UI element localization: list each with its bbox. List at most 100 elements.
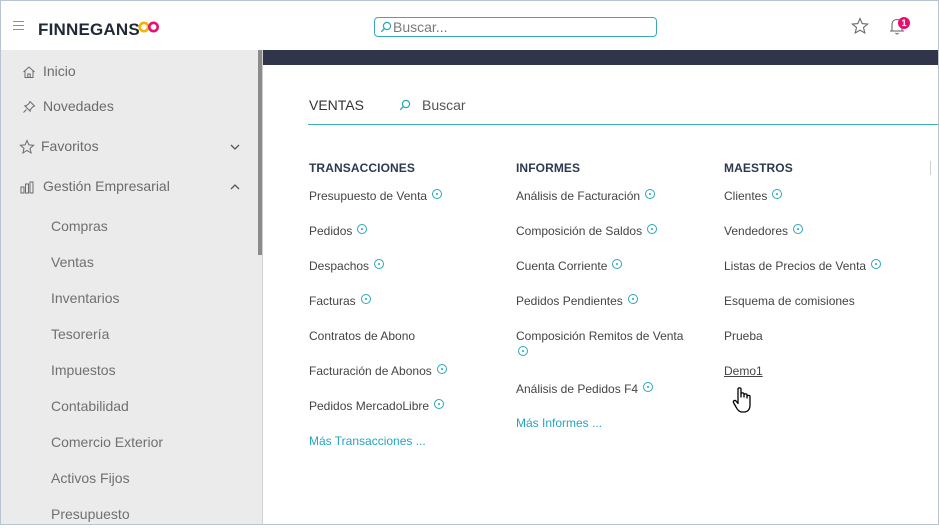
sidebar-subitem-label: Contabilidad: [51, 398, 129, 414]
sidebar-subitem-label: Tesorería: [51, 326, 110, 342]
menu-link[interactable]: Pedidos: [309, 224, 368, 238]
help-icon-wrap: [513, 346, 528, 360]
menu-link[interactable]: Composición de Saldos: [516, 224, 658, 238]
help-icon[interactable]: [357, 224, 368, 234]
search-icon: [399, 99, 411, 111]
help-icon[interactable]: [360, 294, 371, 304]
menu-link-label: Pedidos MercadoLibre: [309, 399, 430, 413]
sidebar-item-novedades[interactable]: Novedades: [1, 92, 251, 122]
sidebar-subitem-label: Compras: [51, 218, 108, 234]
menu-link-label: Facturas: [309, 294, 356, 308]
top-bar: FINNEGANS 1: [1, 1, 938, 50]
menu-link[interactable]: Presupuesto de Venta: [309, 189, 443, 203]
menu-icon[interactable]: [13, 21, 24, 30]
sidebar: Inicio Novedades Favoritos Gestión Empre…: [1, 50, 263, 524]
help-icon[interactable]: [772, 189, 783, 199]
menu-link[interactable]: Facturas: [309, 294, 371, 308]
menu-link-label: Composición Remitos de Venta: [516, 329, 684, 343]
sidebar-subitem-inventarios[interactable]: Inventarios: [1, 284, 251, 314]
column-title-informes: INFORMES: [516, 161, 581, 175]
sidebar-subitem-contabilidad[interactable]: Contabilidad: [1, 392, 251, 422]
star-icon: [19, 139, 35, 155]
column-title-maestros: MAESTROS: [724, 161, 793, 175]
sidebar-subitem-presupuesto[interactable]: Presupuesto: [1, 500, 251, 530]
sidebar-item-label: Favoritos: [41, 138, 99, 154]
menu-link-label: Prueba: [724, 329, 763, 343]
menu-link[interactable]: Análisis de Facturación: [516, 189, 656, 203]
help-icon[interactable]: [518, 346, 528, 356]
menu-link[interactable]: Pedidos MercadoLibre: [309, 399, 445, 413]
menu-link-label: Análisis de Facturación: [516, 189, 641, 203]
help-icon[interactable]: [627, 294, 638, 304]
column-edge: [930, 161, 931, 175]
help-icon[interactable]: [645, 189, 656, 199]
menu-link[interactable]: Clientes: [724, 189, 783, 203]
sidebar-item-inicio[interactable]: Inicio: [1, 57, 251, 87]
menu-link[interactable]: Facturación de Abonos: [309, 364, 447, 378]
menu-link[interactable]: Contratos de Abono: [309, 329, 415, 343]
hand-cursor-icon: [732, 387, 751, 413]
menu-link[interactable]: Vendedores: [724, 224, 804, 238]
menu-link[interactable]: Prueba: [724, 329, 763, 343]
global-search-box[interactable]: [374, 17, 657, 37]
sidebar-subitem-activos-fijos[interactable]: Activos Fijos: [1, 464, 251, 494]
help-icon[interactable]: [647, 224, 658, 234]
brand-logo-icon: [138, 21, 159, 33]
sidebar-item-gestion-empresarial[interactable]: Gestión Empresarial: [1, 172, 251, 202]
menu-link[interactable]: Composición Remitos de Venta: [516, 329, 683, 343]
tab-underline: [308, 124, 938, 125]
search-icon: [380, 21, 392, 33]
menu-link-label: Contratos de Abono: [309, 329, 416, 343]
menu-link[interactable]: Análisis de Pedidos F4: [516, 382, 654, 396]
help-icon[interactable]: [436, 364, 447, 374]
menu-link-label: Vendedores: [724, 224, 789, 238]
help-icon[interactable]: [793, 224, 804, 234]
sidebar-item-label: Gestión Empresarial: [43, 178, 170, 194]
sidebar-subitem-label: Comercio Exterior: [51, 434, 164, 450]
sidebar-scrollbar[interactable]: [258, 50, 262, 255]
sidebar-subitem-compras[interactable]: Compras: [1, 212, 251, 242]
menu-link-label: Esquema de comisiones: [724, 294, 855, 308]
menu-link[interactable]: Esquema de comisiones: [724, 294, 855, 308]
help-icon[interactable]: [432, 189, 443, 199]
chevron-down-icon[interactable]: [229, 142, 241, 152]
more-informes-link[interactable]: Más Informes ...: [516, 416, 602, 430]
menu-link[interactable]: Despachos: [309, 259, 385, 273]
sidebar-subitem-tesoreria[interactable]: Tesorería: [1, 320, 251, 350]
module-search-label: Buscar: [422, 97, 466, 113]
menu-link-label: Demo1: [724, 364, 763, 378]
menu-link-label: Despachos: [309, 259, 370, 273]
sidebar-subitem-label: Ventas: [51, 254, 94, 270]
menu-link-label: Facturación de Abonos: [309, 364, 432, 378]
help-icon[interactable]: [871, 259, 882, 269]
tab-ventas[interactable]: VENTAS: [309, 97, 364, 113]
home-icon: [23, 66, 35, 78]
favorites-star-icon[interactable]: [851, 17, 869, 35]
chevron-up-icon[interactable]: [229, 182, 241, 192]
menu-link-label: Cuenta Corriente: [516, 259, 608, 273]
main-header-bar: [263, 50, 938, 65]
help-icon[interactable]: [612, 259, 623, 269]
menu-link[interactable]: Cuenta Corriente: [516, 259, 623, 273]
more-transacciones-link[interactable]: Más Transacciones ...: [309, 434, 426, 448]
sidebar-subitem-label: Activos Fijos: [51, 470, 130, 486]
menu-link[interactable]: Listas de Precios de Venta: [724, 259, 882, 273]
sidebar-subitem-ventas[interactable]: Ventas: [1, 248, 251, 278]
menu-link-label: Clientes: [724, 189, 768, 203]
help-icon[interactable]: [374, 259, 385, 269]
menu-link-label: Pedidos: [309, 224, 353, 238]
sidebar-subitem-impuestos[interactable]: Impuestos: [1, 356, 251, 386]
menu-link-label: Listas de Precios de Venta: [724, 259, 867, 273]
sidebar-subitem-comercio-exterior[interactable]: Comercio Exterior: [1, 428, 251, 458]
help-icon[interactable]: [643, 382, 654, 392]
pin-icon: [23, 100, 36, 113]
menu-link-label: Presupuesto de Venta: [309, 189, 428, 203]
sidebar-item-favoritos[interactable]: Favoritos: [1, 132, 251, 162]
menu-link-label: Composición de Saldos: [516, 224, 643, 238]
help-icon[interactable]: [434, 399, 445, 409]
menu-link[interactable]: Pedidos Pendientes: [516, 294, 638, 308]
sidebar-subitem-label: Presupuesto: [51, 506, 130, 522]
global-search-input[interactable]: [393, 19, 648, 35]
menu-link-demo1[interactable]: Demo1: [724, 364, 763, 378]
sidebar-item-label: Inicio: [43, 63, 76, 79]
